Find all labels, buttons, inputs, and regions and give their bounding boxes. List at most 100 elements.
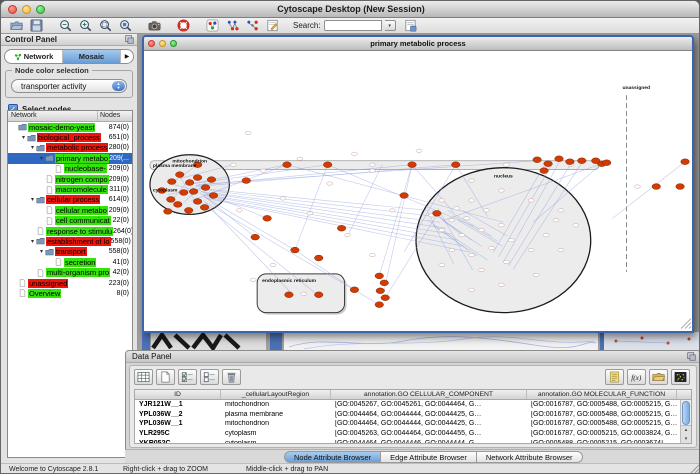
network-node[interactable] — [469, 199, 475, 202]
network-edge[interactable] — [204, 196, 295, 250]
new-attribute-icon[interactable] — [156, 369, 175, 385]
tree-item-label[interactable]: transport — [55, 247, 87, 256]
network-node[interactable] — [544, 161, 553, 167]
open-folder-icon[interactable] — [649, 369, 668, 385]
network-node[interactable] — [245, 131, 251, 134]
network-node[interactable] — [479, 229, 485, 232]
network-edge[interactable] — [613, 162, 685, 219]
network-node[interactable] — [351, 152, 357, 155]
zoom-out-icon[interactable] — [57, 19, 73, 33]
network-node[interactable] — [439, 229, 445, 232]
network-node[interactable] — [327, 182, 333, 185]
background-window-fragment[interactable] — [600, 332, 700, 350]
network-node[interactable] — [459, 233, 465, 236]
network-node[interactable] — [307, 212, 313, 215]
network-node[interactable] — [439, 263, 445, 266]
network-node[interactable] — [454, 207, 460, 210]
attribute-browser-icon[interactable] — [403, 19, 419, 33]
network-node[interactable] — [350, 287, 359, 293]
network-node[interactable] — [479, 268, 485, 271]
column-header[interactable]: _cellularLayoutRegion — [221, 390, 331, 399]
background-window-fragment[interactable] — [151, 332, 266, 350]
network-node[interactable] — [189, 189, 198, 195]
network-node[interactable] — [283, 162, 292, 168]
tree-row[interactable]: macromolecule311(0) — [8, 184, 132, 194]
network-node[interactable] — [201, 185, 210, 191]
table-cell[interactable]: YPL036W__1 — [135, 420, 221, 427]
network-node[interactable] — [185, 180, 194, 186]
tree-row[interactable]: ▾establishment of lo558(0) — [8, 236, 132, 246]
tree-expander-icon[interactable]: ▾ — [38, 155, 45, 162]
network-node[interactable] — [173, 202, 182, 208]
network-node[interactable] — [193, 199, 202, 205]
network-window-titlebar[interactable]: primary metabolic process — [144, 37, 692, 51]
tree-row[interactable]: ▾cellular process614(0) — [8, 195, 132, 205]
open-session-icon[interactable] — [8, 19, 24, 33]
network-node[interactable] — [484, 209, 490, 212]
window-resize-grip[interactable] — [681, 319, 691, 329]
zoom-in-icon[interactable] — [77, 19, 93, 33]
network-graph[interactable]: plasma membranecytoplasmmitochondrionnuc… — [144, 51, 692, 331]
network-node[interactable] — [528, 248, 534, 251]
network-node[interactable] — [400, 193, 409, 199]
matrix-icon[interactable] — [671, 369, 690, 385]
tab-network[interactable]: Network — [5, 50, 63, 63]
tree-expander-icon[interactable]: ▾ — [20, 134, 27, 141]
network-node[interactable] — [376, 288, 385, 294]
tree-row[interactable]: secretion41(0) — [8, 257, 132, 267]
network-node[interactable] — [193, 175, 202, 181]
tree-item-label[interactable]: mosaic-demo-yeast — [28, 123, 95, 132]
column-header[interactable]: ID — [135, 390, 221, 399]
network-node[interactable] — [168, 179, 177, 185]
table-cell[interactable]: [GO:0044464, GO:0044444, GO:0044425, G… — [331, 411, 527, 418]
network-node[interactable] — [439, 199, 445, 202]
table-cell[interactable]: [GO:0045267, GO:0045261, GO:0044464, G… — [331, 401, 527, 408]
network-node[interactable] — [676, 184, 685, 190]
tree-expander-icon[interactable]: ▾ — [29, 238, 36, 245]
network-node[interactable] — [380, 280, 389, 286]
network-node[interactable] — [175, 172, 184, 178]
save-session-icon[interactable] — [28, 19, 44, 33]
network-node[interactable] — [553, 219, 559, 222]
network-node[interactable] — [263, 215, 272, 221]
network-node[interactable] — [375, 273, 384, 279]
network-node[interactable] — [167, 197, 176, 203]
network-node[interactable] — [230, 163, 236, 166]
tab-network-attribute-browser[interactable]: Network Attribute Browser — [477, 451, 583, 463]
minimize-button[interactable] — [159, 40, 166, 47]
table-cell[interactable]: [GO:0016787, GO:0005488, GO:0005215, G… — [527, 420, 677, 427]
float-panel-icon[interactable] — [125, 35, 134, 44]
table-mode-icon[interactable] — [134, 369, 153, 385]
network-node[interactable] — [555, 156, 564, 162]
formula-builder-icon[interactable]: f(x) — [627, 369, 646, 385]
network-node[interactable] — [469, 288, 475, 291]
layout-grid-icon[interactable] — [224, 19, 240, 33]
tree-row[interactable]: response to stimulu264(0) — [8, 226, 132, 236]
network-node[interactable] — [578, 158, 587, 164]
table-row[interactable]: YPL036W__2plasma membrane[GO:0044464, GO… — [135, 410, 680, 420]
tree-row[interactable]: cellular metabo209(0) — [8, 205, 132, 215]
tree-row[interactable]: ▾transport558(0) — [8, 247, 132, 257]
tree-item-label[interactable]: nucleobase- — [64, 164, 107, 173]
network-node[interactable] — [449, 219, 455, 222]
table-cell[interactable]: YPL036W__2 — [135, 411, 221, 418]
tree-row[interactable]: mosaic-demo-yeast874(0) — [8, 122, 132, 132]
network-node[interactable] — [209, 193, 218, 199]
network-node[interactable] — [540, 168, 549, 174]
network-node[interactable] — [528, 199, 534, 202]
network-node[interactable] — [508, 238, 514, 241]
tree-expander-icon[interactable]: ▾ — [29, 196, 36, 203]
network-node[interactable] — [314, 292, 323, 298]
vizmapper-icon[interactable] — [204, 19, 220, 33]
network-node[interactable] — [297, 157, 303, 160]
network-node[interactable] — [464, 217, 470, 220]
tree-row[interactable]: ▾primary metabo209(... — [8, 153, 132, 163]
tree-item-label[interactable]: macromolecule — [55, 185, 108, 194]
column-header[interactable]: annotation.GO MOLECULAR_FUNCTION — [527, 390, 677, 399]
search-input[interactable] — [324, 20, 382, 31]
table-cell[interactable]: YLR295C — [135, 430, 221, 437]
tab-mosaic[interactable]: Mosaic — [63, 50, 121, 63]
network-node[interactable] — [681, 159, 690, 165]
table-row[interactable]: YPL036W__1mitochondrion[GO:0044464, GO:0… — [135, 419, 680, 429]
network-node[interactable] — [488, 246, 494, 249]
